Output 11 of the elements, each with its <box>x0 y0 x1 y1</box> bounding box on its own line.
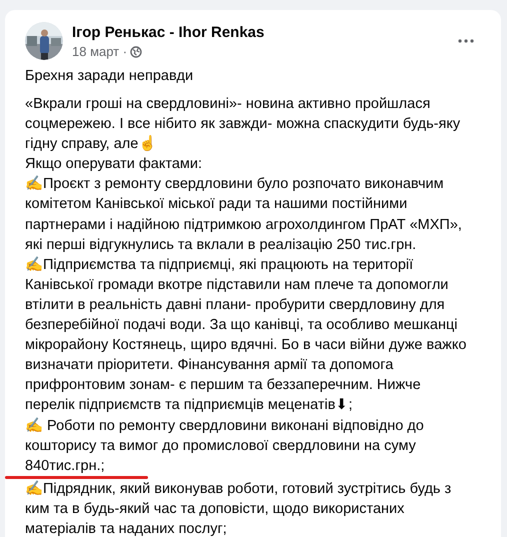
post-date[interactable]: 18 март · <box>72 44 128 60</box>
post-paragraph: Якщо оперувати фактами: <box>25 155 202 174</box>
more-options-icon[interactable] <box>458 39 474 43</box>
post-paragraph: ✍ Роботи по ремонту свердловини виконані відповідно до кошторису та вимог до промислової свердловини на суму 840тис.грн.; <box>25 416 424 476</box>
globe-icon <box>130 46 142 58</box>
post-paragraph: ✍Підрядник, який виконував роботи, готовий зустрітись будь з ким та в будь-який час та доповісти, щодо використаних матеріалів та наданих послуг; <box>25 480 452 537</box>
author-name[interactable]: Ігор Ренькас - Ihor Renkas <box>72 23 264 42</box>
post-paragraph: ✍Підприємства та підприємці, які працюють на території Канівської громади вкотре підставили нам плече та допомогли втілити в реальність давні плани- пробурити свердловину для безперебійної подачі води. За що канівці, та особливо мешканці мікрорайону Костянець, щиро вдячні. Бо в часи війни дуже важко визначати пріоритети. Фінансування армії та допомога прифронтовим зонам- є першим та беззаперечним. Нижче перелік підприємств та підприємців меценатів⬇; <box>25 256 466 416</box>
post-paragraph: ✍Проєкт з ремонту свердловини було розпочато виконавчим комітетом Канівської міської ради та нашими постійними партнерами і надійною підтримкою агрохолдингом ПрАТ «МХП», які перші відгукнулись та вклали в реалізацію 250 тис.грн. <box>25 174 462 255</box>
post-paragraph: «Вкрали гроші на свердловині»- новина активно пройшлася соцмережею. І все нібито як завжди- можна спаскудити будь-яку гідну справу, але☝ <box>25 95 460 154</box>
post-heading: Брехня заради неправди <box>25 67 194 86</box>
